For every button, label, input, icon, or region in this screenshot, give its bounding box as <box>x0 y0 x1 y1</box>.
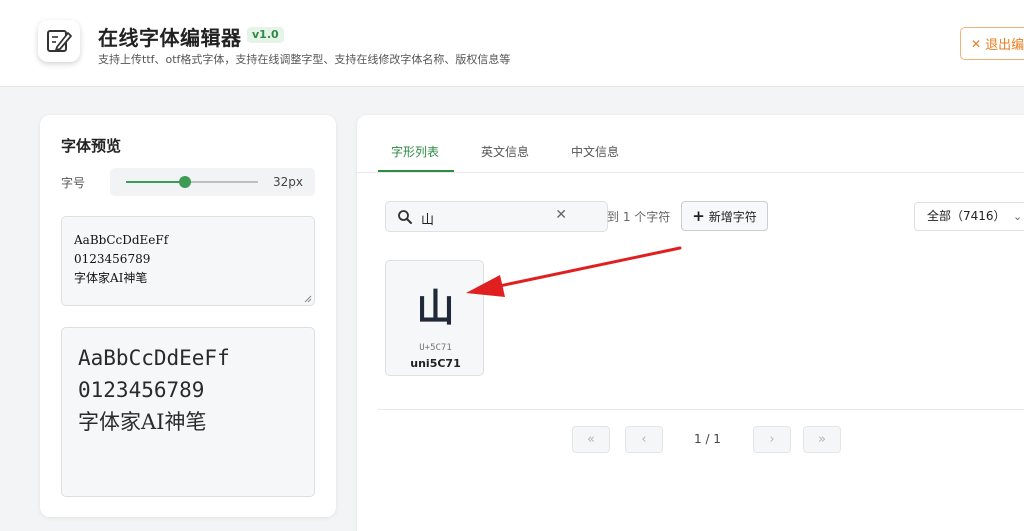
preview-panel-title: 字体预览 <box>61 137 122 155</box>
preview-render-line: 0123456789 <box>78 378 205 402</box>
glyph-filter-select[interactable]: 全部（7416） ⌄ <box>914 202 1024 231</box>
font-size-label: 字号 <box>61 176 86 190</box>
page-indicator: 1 / 1 <box>694 432 721 446</box>
glyph-panel: 字形列表 英文信息 中文信息 山 ✕ 到 1 个字符 + 新增字符 全部（741… <box>357 115 1024 531</box>
plus-icon: + <box>692 207 705 225</box>
search-icon <box>398 210 412 224</box>
close-icon[interactable]: ✕ <box>555 207 567 223</box>
chevron-down-icon: ⌄ <box>1013 210 1023 223</box>
exit-button-label: 退出编 <box>985 38 1024 53</box>
search-value: 山 <box>421 213 435 228</box>
last-page-button[interactable]: » <box>803 426 841 453</box>
prev-page-button[interactable]: ‹ <box>625 426 663 453</box>
app-title: 在线字体编辑器 <box>98 26 242 50</box>
app-header: 在线字体编辑器 v1.0 支持上传ttf、otf格式字体，支持在线调整字型、支持… <box>0 0 1024 87</box>
glyph-search-input[interactable]: 山 ✕ <box>385 201 608 232</box>
add-glyph-button[interactable]: + 新增字符 <box>681 201 768 231</box>
preview-input-line: AaBbCcDdEeFf <box>74 233 169 247</box>
glyph-card[interactable]: 山 U+5C71 uni5C71 <box>385 260 484 376</box>
close-icon: ✕ <box>971 36 982 51</box>
glyph-name: uni5C71 <box>410 357 461 370</box>
exit-editor-button[interactable]: ✕ 退出编 <box>960 27 1024 60</box>
preview-text-input[interactable]: AaBbCcDdEeFf 0123456789 字体家AI神笔 <box>61 216 315 306</box>
font-preview-panel: 字体预览 字号 32px AaBbCcDdEeFf 0123456789 字体家… <box>40 115 336 517</box>
preview-input-line: 0123456789 <box>74 252 151 266</box>
glyph-char: 山 <box>416 285 455 330</box>
preview-input-line: 字体家AI神笔 <box>74 271 148 285</box>
app-subtitle: 支持上传ttf、otf格式字体，支持在线调整字型、支持在线修改字体名称、版权信息… <box>98 53 511 66</box>
version-badge: v1.0 <box>247 27 284 43</box>
resize-handle-icon[interactable] <box>304 295 312 303</box>
font-size-slider-handle[interactable] <box>179 176 192 188</box>
add-glyph-label: 新增字符 <box>708 209 757 224</box>
tab-glyph-list[interactable]: 字形列表 <box>391 143 439 160</box>
font-preview-render: AaBbCcDdEeFf 0123456789 字体家AI神笔 <box>61 327 315 497</box>
font-size-slider-box: 32px <box>110 168 315 196</box>
next-page-button[interactable]: › <box>753 426 791 453</box>
preview-render-line: AaBbCcDdEeFf <box>78 346 230 370</box>
result-count: 到 1 个字符 <box>607 210 671 224</box>
divider <box>378 409 1024 410</box>
first-page-button[interactable]: « <box>572 426 610 453</box>
font-size-value: 32px <box>273 175 303 189</box>
tab-english-info[interactable]: 英文信息 <box>481 143 529 160</box>
glyph-unicode: U+5C71 <box>419 343 452 353</box>
active-tab-indicator <box>378 170 454 172</box>
preview-render-line: 字体家AI神笔 <box>78 410 207 434</box>
font-size-slider-fill <box>126 181 186 183</box>
app-logo <box>38 20 80 62</box>
edit-pen-icon <box>47 30 72 52</box>
tab-bar: 字形列表 英文信息 中文信息 <box>357 115 1024 173</box>
tab-chinese-info[interactable]: 中文信息 <box>571 143 619 160</box>
filter-value: 全部（7416） <box>927 209 1006 223</box>
